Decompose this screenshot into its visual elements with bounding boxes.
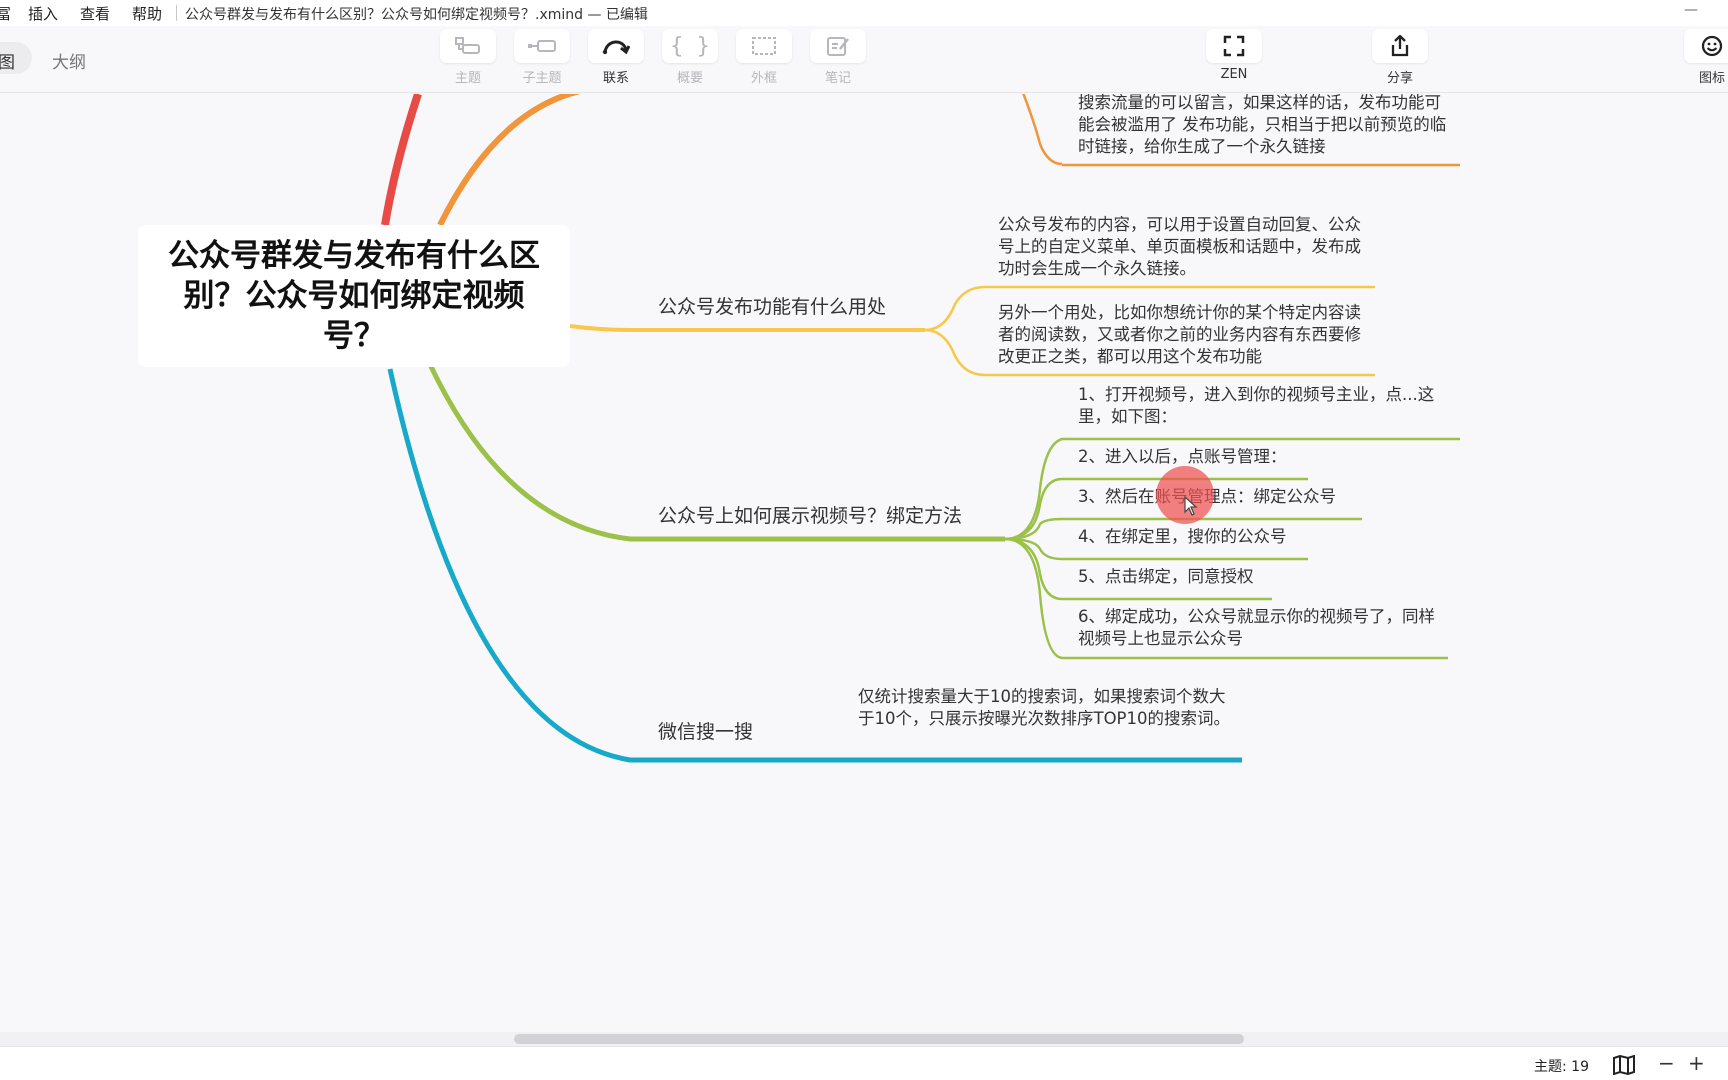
branch-line-yellow — [569, 324, 925, 332]
icons-label: 图标 — [1698, 71, 1725, 86]
summary-icon: { } — [670, 33, 710, 59]
share-icon — [1391, 35, 1409, 57]
menu-item-insert[interactable]: 插入 — [28, 3, 58, 24]
summary-label: 概要 — [676, 71, 703, 86]
bind-step-2[interactable]: 2、进入以后，点账号管理： — [1078, 446, 1378, 468]
zen-button[interactable]: ZEN — [1205, 29, 1263, 82]
topic-button-box[interactable] — [440, 29, 496, 63]
subtopic-button[interactable]: 子主题 — [513, 29, 571, 86]
bind-step-3[interactable]: 3、然后在账号管理点：绑定公众号 — [1078, 486, 1378, 508]
icons-button[interactable]: 图标 — [1683, 29, 1728, 86]
title-separator — [176, 5, 177, 21]
menu-item-edit[interactable]: 冨 — [0, 3, 11, 24]
status-bar: 主题: 19 − + — [0, 1046, 1728, 1080]
share-button[interactable]: 分享 — [1371, 29, 1429, 86]
view-map-label[interactable]: 图 — [0, 48, 15, 73]
publish-note-1[interactable]: 公众号发布的内容，可以用于设置自动回复、公众号上的自定义菜单、单页面模板和话题中… — [998, 214, 1368, 280]
summary-button-box[interactable]: { } — [662, 29, 718, 63]
notes-label: 笔记 — [824, 71, 851, 86]
fullscreen-icon — [1223, 35, 1245, 57]
notes-button[interactable]: 笔记 — [809, 29, 867, 86]
map-icon[interactable] — [1612, 1055, 1636, 1075]
summary-button[interactable]: { } 概要 — [661, 29, 719, 86]
bind-step-4[interactable]: 4、在绑定里，搜你的公众号 — [1078, 526, 1378, 548]
notes-icon — [827, 37, 849, 56]
share-label: 分享 — [1386, 71, 1413, 86]
central-topic-title: 公众号群发与发布有什么区别？公众号如何绑定视频号？ — [168, 238, 540, 354]
window-title: 公众号群发与发布有什么区别？公众号如何绑定视频号？.xmind — 已编辑 — [185, 7, 648, 23]
branch-line-orange — [437, 94, 581, 227]
wechat-search-note[interactable]: 仅统计搜索量大于10的搜索词，如果搜索词个数大于10个，只展示按曝光次数排序TO… — [858, 686, 1238, 730]
share-button-box[interactable] — [1372, 29, 1428, 63]
subtopic-icon — [528, 40, 556, 52]
top-note-connector — [1022, 94, 1063, 166]
branch-line-red — [381, 94, 422, 226]
topic-button[interactable]: 主题 — [439, 29, 497, 86]
minimize-icon[interactable]: — — [1684, 2, 1698, 18]
subtopic-button-box[interactable] — [514, 29, 570, 63]
horizontal-scrollbar[interactable] — [0, 1032, 1728, 1046]
topic-icon — [455, 37, 480, 54]
relationship-label: 联系 — [602, 71, 629, 86]
relationship-icon — [602, 40, 630, 55]
notes-button-box[interactable] — [810, 29, 866, 63]
boundary-button-box[interactable] — [736, 29, 792, 63]
boundary-label: 外框 — [750, 71, 777, 86]
topic-label: 主题 — [454, 71, 481, 86]
topic-publish-usage[interactable]: 公众号发布功能有什么用处 — [658, 292, 886, 319]
bind-step-6[interactable]: 6、绑定成功，公众号就显示你的视频号了，同样视频号上也显示公众号 — [1078, 606, 1448, 650]
central-topic[interactable]: 公众号群发与发布有什么区别？公众号如何绑定视频号？ — [138, 225, 570, 367]
relationship-button-box[interactable] — [588, 29, 644, 63]
top-note[interactable]: 搜索流量的可以留言，如果这样的话，发布功能可能会被滥用了 发布功能，只相当于把以… — [1078, 92, 1454, 158]
icons-button-box[interactable] — [1684, 29, 1728, 63]
zen-button-box[interactable] — [1206, 29, 1262, 63]
relationship-button[interactable]: 联系 — [587, 29, 645, 86]
cursor-arrow-icon — [1184, 496, 1198, 516]
zoom-out-button[interactable]: − — [1658, 1051, 1675, 1075]
view-outline-tab[interactable]: 大纲 — [52, 48, 86, 73]
topic-wechat-search[interactable]: 微信搜一搜 — [658, 717, 753, 744]
mindmap-canvas[interactable]: 公众号群发与发布有什么区别？公众号如何绑定视频号？ 搜索流量的可以留言，如果这样… — [0, 92, 1728, 1036]
title-bar: 冨 插入 查看 帮助 公众号群发与发布有什么区别？公众号如何绑定视频号？.xmi… — [0, 0, 1728, 26]
zoom-in-button[interactable]: + — [1688, 1051, 1705, 1075]
smiley-icon — [1701, 35, 1723, 57]
zen-label: ZEN — [1220, 67, 1248, 82]
topic-bind-method[interactable]: 公众号上如何展示视频号？绑定方法 — [658, 501, 962, 528]
menu-item-view[interactable]: 查看 — [80, 3, 110, 24]
horizontal-scrollbar-thumb[interactable] — [514, 1034, 1244, 1044]
menu-item-help[interactable]: 帮助 — [132, 3, 162, 24]
toolbar: 图 大纲 主题 子主题 联系 { } 概要 外框 笔记 ZEN 分享 图标 — [0, 26, 1728, 93]
bind-step-5[interactable]: 5、点击绑定，同意授权 — [1078, 566, 1378, 588]
subtopic-label: 子主题 — [522, 71, 562, 86]
publish-note-2[interactable]: 另外一个用处，比如你想统计你的某个特定内容读者的阅读数，又或者你之前的业务内容有… — [998, 302, 1368, 368]
topic-count: 主题: 19 — [1534, 1059, 1589, 1075]
boundary-button[interactable]: 外框 — [735, 29, 793, 86]
bind-step-1[interactable]: 1、打开视频号，进入到你的视频号主业，点...这里，如下图： — [1078, 384, 1456, 428]
boundary-icon — [752, 37, 776, 55]
